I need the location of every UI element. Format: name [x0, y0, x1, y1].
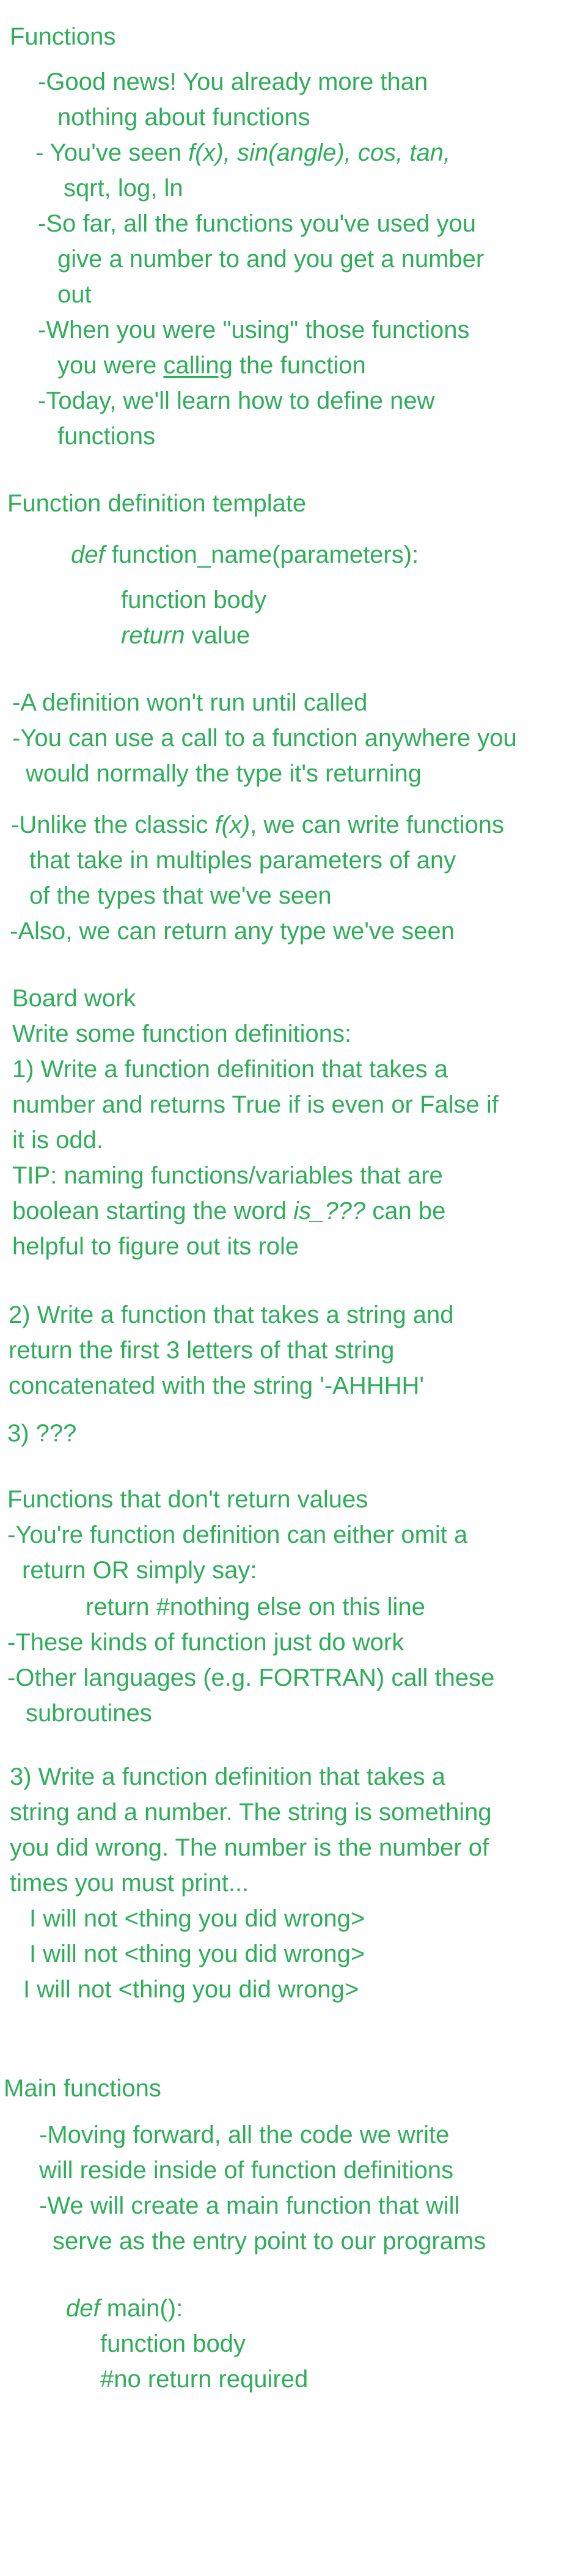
main-bullet-2: -We will create a main function that wil…: [39, 2192, 460, 2219]
main-functions-heading: Main functions: [4, 2075, 161, 2102]
question-2-cont2: concatenated with the string '-AHHHH': [9, 1372, 425, 1399]
bullet-today-cont: functions: [57, 423, 156, 450]
no-return-line-2: return OR simply say:: [22, 1557, 257, 1584]
tip-pre: boolean starting the word: [12, 1198, 294, 1224]
tip-post: can be: [365, 1198, 446, 1224]
main-def-signature: main():: [100, 2295, 183, 2322]
main-comment-line: #no return required: [100, 2366, 309, 2393]
tip-line-2: boolean starting the word is_??? can be: [12, 1199, 445, 1223]
board-work-intro: Write some function definitions:: [12, 1020, 352, 1047]
tip-is-prefix: is_???: [293, 1198, 366, 1224]
bullet-good-news-cont: nothing about functions: [57, 104, 310, 131]
question-1: 1) Write a function definition that take…: [12, 1056, 448, 1083]
calling-underlined: calling: [163, 352, 233, 379]
tip-line-1: TIP: naming functions/variables that are: [12, 1162, 443, 1189]
bullet-good-news: -Good news! You already more than: [38, 68, 428, 95]
no-return-heading: Functions that don't return values: [7, 1486, 368, 1513]
template-return-line: return value: [121, 623, 250, 648]
bullet-seen-functions-cont: sqrt, log, ln: [64, 175, 183, 202]
question-1-cont2: it is odd.: [12, 1127, 103, 1154]
note-unlike-fx-cont2: of the types that we've seen: [29, 882, 332, 909]
question-2: 2) Write a function that takes a string …: [9, 1301, 454, 1328]
bullet-today: -Today, we'll learn how to define new: [38, 387, 435, 414]
main-def-line: def main():: [66, 2296, 183, 2321]
question-3: 3) Write a function definition that take…: [10, 1763, 445, 1790]
def-keyword: def: [71, 541, 105, 568]
board-work-heading: Board work: [12, 985, 136, 1012]
question-1-cont1: number and returns True if is even or Fa…: [12, 1091, 499, 1118]
main-body-line: function body: [100, 2330, 246, 2357]
main-def-keyword: def: [66, 2295, 100, 2322]
seen-functions-italic: f(x), sin(angle), cos, tan,: [188, 139, 451, 166]
no-return-line-4: -Other languages (e.g. FORTRAN) call the…: [7, 1664, 495, 1691]
bullet-so-far-cont1: give a number to and you get a number: [57, 246, 485, 273]
no-return-line-5: subroutines: [26, 1700, 152, 1727]
fx-italic: f(x): [214, 811, 251, 838]
main-bullet-1: -Moving forward, all the code we write: [39, 2121, 450, 2148]
return-value: value: [185, 622, 251, 649]
using-pre: you were: [57, 352, 164, 379]
no-return-line-1: -You're function definition can either o…: [7, 1521, 468, 1548]
note-unlike-fx-cont1: that take in multiples parameters of any: [29, 847, 456, 874]
functions-heading: Functions: [10, 23, 116, 50]
question-3-cont3: times you must print...: [10, 1870, 249, 1897]
bullet-so-far-cont2: out: [57, 281, 92, 308]
note-return-any: -Also, we can return any type we've seen: [10, 918, 455, 945]
question-2-cont1: return the first 3 letters of that strin…: [9, 1337, 395, 1364]
no-return-code: return #nothing else on this line: [86, 1594, 425, 1620]
tip-line-3: helpful to figure out its role: [12, 1233, 299, 1260]
bullet-using: -When you were "using" those functions: [38, 317, 470, 343]
question-3-placeholder: 3) ???: [7, 1420, 77, 1447]
bullet-so-far: -So far, all the functions you've used y…: [38, 210, 476, 237]
bullet-using-cont: you were calling the function: [57, 353, 366, 378]
main-bullet-2-cont: serve as the entry point to our programs: [53, 2228, 486, 2255]
note-unlike-fx: -Unlike the classic f(x), we can write f…: [11, 813, 504, 837]
repeat-line-3: I will not <thing you did wrong>: [23, 1976, 359, 2003]
unlike-pre: -Unlike the classic: [11, 811, 215, 838]
repeat-line-2: I will not <thing you did wrong>: [29, 1941, 365, 1967]
bullet-seen-functions: - You've seen f(x), sin(angle), cos, tan…: [35, 141, 450, 165]
def-signature: function_name(parameters):: [104, 541, 419, 568]
template-def-line: def function_name(parameters):: [71, 543, 419, 567]
seen-text: - You've seen: [35, 139, 189, 166]
return-keyword: return: [121, 622, 185, 649]
note-call-anywhere-cont: would normally the type it's returning: [26, 760, 422, 787]
note-not-run: -A definition won't run until called: [12, 689, 368, 716]
repeat-line-1: I will not <thing you did wrong>: [29, 1905, 365, 1932]
question-3-cont1: string and a number. The string is somet…: [10, 1799, 492, 1826]
template-body-line: function body: [121, 587, 266, 613]
main-bullet-1-cont: will reside inside of function definitio…: [39, 2157, 454, 2184]
using-post: the function: [232, 352, 366, 379]
template-heading: Function definition template: [7, 490, 307, 517]
note-call-anywhere: -You can use a call to a function anywhe…: [12, 725, 517, 752]
unlike-post: , we can write functions: [250, 811, 504, 838]
question-3-cont2: you did wrong. The number is the number …: [10, 1834, 489, 1861]
no-return-line-3: -These kinds of function just do work: [7, 1629, 404, 1656]
